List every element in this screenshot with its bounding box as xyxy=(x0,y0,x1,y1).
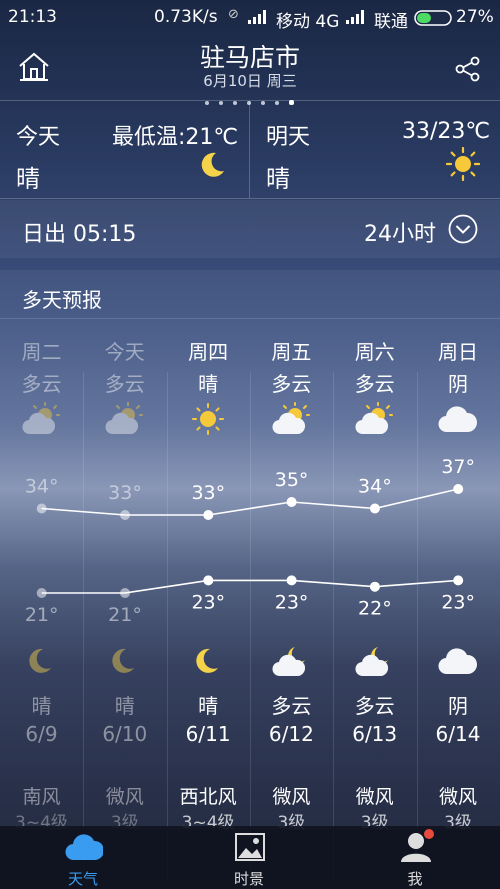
tab-weather-label: 天气 xyxy=(67,870,98,888)
moon-icon xyxy=(201,152,224,177)
divider xyxy=(0,198,500,199)
high-temp-label: 35° xyxy=(275,469,309,491)
signal-icon-2 xyxy=(346,10,364,24)
signal-icon xyxy=(248,10,266,24)
status-bar: 21:13 0.73K/s ⊘ 移动 4G 联通 27% xyxy=(0,0,500,34)
battery-percent: 27% xyxy=(456,7,494,27)
cloud-icon xyxy=(65,834,103,861)
low-temp-point xyxy=(369,581,380,592)
low-temp-point xyxy=(453,575,464,586)
high-temp-label: 33° xyxy=(108,482,142,504)
high-temp-point xyxy=(120,510,130,520)
temperature-chart: 34° 21° 33° 21° 33° 23° 35° 23° 34° 22° 37° 23° xyxy=(25,456,475,626)
high-temp-label: 34° xyxy=(358,476,392,498)
today-weather: 晴 xyxy=(16,165,40,193)
low-temp-point xyxy=(120,588,130,598)
today-low-temp: 最低温:21℃ xyxy=(112,125,239,150)
header: 驻马店市 6月10日 周三 xyxy=(0,34,500,105)
person-icon xyxy=(401,829,434,862)
carrier-2: 联通 xyxy=(374,12,408,32)
sunrise-time: 日出 05:15 xyxy=(22,222,137,247)
tab-me[interactable]: 我 xyxy=(332,826,498,889)
date-label: 6月10日 周三 xyxy=(203,72,297,90)
high-temp-point xyxy=(453,484,464,494)
tab-scenes[interactable]: 时景 xyxy=(166,826,332,889)
high-temp-label: 37° xyxy=(441,456,475,478)
high-temp-point xyxy=(369,503,380,514)
low-temp-point xyxy=(286,575,297,586)
low-temp-label: 22° xyxy=(358,598,392,620)
tomorrow-label: 明天 xyxy=(266,125,311,150)
tomorrow-temp-range: 33/23℃ xyxy=(402,119,491,144)
today-panel[interactable]: 今天 最低温:21℃ 晴 xyxy=(0,101,249,198)
tab-me-label: 我 xyxy=(407,870,423,888)
tab-scenes-label: 时景 xyxy=(233,870,264,888)
low-temp-point xyxy=(203,575,214,586)
sunrise-row: 日出 05:15 24小时 xyxy=(0,200,500,258)
battery-icon xyxy=(414,10,452,26)
low-temp-label: 23° xyxy=(275,591,309,613)
carrier-1: 移动 4G xyxy=(276,12,340,32)
high-temp-point xyxy=(286,497,297,507)
page-indicator xyxy=(200,90,304,105)
tab-bar: 天气 时景 我 xyxy=(0,826,500,889)
sun-icon xyxy=(446,147,480,181)
high-temp-label: 34° xyxy=(25,476,59,498)
low-temp-label: 21° xyxy=(108,604,142,626)
high-temp-point xyxy=(203,510,214,520)
share-icon[interactable] xyxy=(455,56,481,82)
picture-icon xyxy=(235,833,265,861)
low-temp-label: 21° xyxy=(25,604,59,626)
high-temp-point xyxy=(36,503,47,514)
high-temp-label: 33° xyxy=(191,482,225,504)
status-time: 21:13 xyxy=(8,7,57,27)
today-label: 今天 xyxy=(16,125,61,150)
tab-weather[interactable]: 天气 xyxy=(0,826,166,889)
tomorrow-panel[interactable]: 明天 33/23℃ 晴 xyxy=(250,101,500,198)
chevron-down-icon[interactable] xyxy=(447,213,479,245)
high-temp-line xyxy=(41,488,459,516)
tomorrow-weather: 晴 xyxy=(266,165,290,193)
low-temp-line xyxy=(41,579,459,594)
city-name[interactable]: 驻马店市 xyxy=(0,38,500,74)
low-temp-label: 23° xyxy=(191,591,225,613)
network-speed: 0.73K/s xyxy=(154,7,218,27)
multi-day-forecast: 多天预报 周二 多云晴 6/9 南风 3~4级 今天 多云晴 6/10 微风 3级 周四晴晴 6/11… xyxy=(0,270,500,882)
low-temp-point xyxy=(36,588,47,598)
notification-badge xyxy=(424,829,434,839)
no-sim-icon: ⊘ xyxy=(228,7,239,22)
hourly-button-label[interactable]: 24小时 xyxy=(364,216,436,248)
low-temp-label: 23° xyxy=(441,591,475,613)
